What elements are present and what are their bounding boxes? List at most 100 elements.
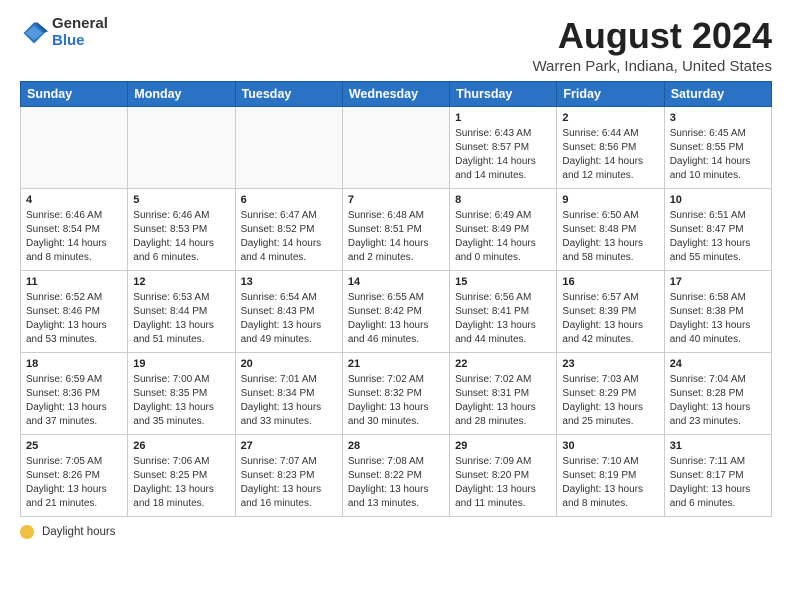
calendar-cell-2-4: 15Sunrise: 6:56 AM Sunset: 8:41 PM Dayli… (450, 270, 557, 352)
day-detail: Sunrise: 7:04 AM Sunset: 8:28 PM Dayligh… (670, 373, 766, 429)
calendar-week-1: 4Sunrise: 6:46 AM Sunset: 8:54 PM Daylig… (21, 188, 772, 270)
calendar-cell-4-2: 27Sunrise: 7:07 AM Sunset: 8:23 PM Dayli… (235, 434, 342, 516)
header-row: Sunday Monday Tuesday Wednesday Thursday… (21, 81, 772, 106)
day-detail: Sunrise: 7:06 AM Sunset: 8:25 PM Dayligh… (133, 455, 229, 511)
day-number: 14 (348, 275, 444, 290)
calendar-cell-1-1: 5Sunrise: 6:46 AM Sunset: 8:53 PM Daylig… (128, 188, 235, 270)
calendar-cell-3-5: 23Sunrise: 7:03 AM Sunset: 8:29 PM Dayli… (557, 352, 664, 434)
day-detail: Sunrise: 6:55 AM Sunset: 8:42 PM Dayligh… (348, 291, 444, 347)
col-monday: Monday (128, 81, 235, 106)
calendar-cell-0-3 (342, 106, 449, 188)
day-detail: Sunrise: 6:59 AM Sunset: 8:36 PM Dayligh… (26, 373, 122, 429)
day-detail: Sunrise: 7:03 AM Sunset: 8:29 PM Dayligh… (562, 373, 658, 429)
day-number: 24 (670, 357, 766, 372)
calendar-cell-0-6: 3Sunrise: 6:45 AM Sunset: 8:55 PM Daylig… (664, 106, 771, 188)
logo-general: General (52, 16, 108, 33)
day-detail: Sunrise: 7:08 AM Sunset: 8:22 PM Dayligh… (348, 455, 444, 511)
day-number: 13 (241, 275, 337, 290)
header: General Blue August 2024 Warren Park, In… (20, 16, 772, 75)
day-detail: Sunrise: 6:45 AM Sunset: 8:55 PM Dayligh… (670, 127, 766, 183)
day-detail: Sunrise: 6:43 AM Sunset: 8:57 PM Dayligh… (455, 127, 551, 183)
day-detail: Sunrise: 7:05 AM Sunset: 8:26 PM Dayligh… (26, 455, 122, 511)
col-wednesday: Wednesday (342, 81, 449, 106)
title-block: August 2024 Warren Park, Indiana, United… (532, 16, 772, 75)
calendar-cell-1-5: 9Sunrise: 6:50 AM Sunset: 8:48 PM Daylig… (557, 188, 664, 270)
calendar-cell-4-5: 30Sunrise: 7:10 AM Sunset: 8:19 PM Dayli… (557, 434, 664, 516)
day-number: 6 (241, 193, 337, 208)
day-number: 9 (562, 193, 658, 208)
calendar: Sunday Monday Tuesday Wednesday Thursday… (20, 81, 772, 517)
day-number: 25 (26, 439, 122, 454)
calendar-cell-4-4: 29Sunrise: 7:09 AM Sunset: 8:20 PM Dayli… (450, 434, 557, 516)
col-saturday: Saturday (664, 81, 771, 106)
day-number: 23 (562, 357, 658, 372)
calendar-cell-2-5: 16Sunrise: 6:57 AM Sunset: 8:39 PM Dayli… (557, 270, 664, 352)
calendar-cell-0-5: 2Sunrise: 6:44 AM Sunset: 8:56 PM Daylig… (557, 106, 664, 188)
day-number: 21 (348, 357, 444, 372)
day-number: 29 (455, 439, 551, 454)
day-number: 30 (562, 439, 658, 454)
logo-text: General Blue (52, 16, 108, 49)
calendar-cell-2-6: 17Sunrise: 6:58 AM Sunset: 8:38 PM Dayli… (664, 270, 771, 352)
day-detail: Sunrise: 6:47 AM Sunset: 8:52 PM Dayligh… (241, 209, 337, 265)
day-detail: Sunrise: 7:00 AM Sunset: 8:35 PM Dayligh… (133, 373, 229, 429)
calendar-cell-3-1: 19Sunrise: 7:00 AM Sunset: 8:35 PM Dayli… (128, 352, 235, 434)
day-number: 8 (455, 193, 551, 208)
calendar-cell-3-3: 21Sunrise: 7:02 AM Sunset: 8:32 PM Dayli… (342, 352, 449, 434)
calendar-cell-4-1: 26Sunrise: 7:06 AM Sunset: 8:25 PM Dayli… (128, 434, 235, 516)
day-detail: Sunrise: 7:02 AM Sunset: 8:32 PM Dayligh… (348, 373, 444, 429)
calendar-week-4: 25Sunrise: 7:05 AM Sunset: 8:26 PM Dayli… (21, 434, 772, 516)
day-number: 31 (670, 439, 766, 454)
calendar-cell-1-4: 8Sunrise: 6:49 AM Sunset: 8:49 PM Daylig… (450, 188, 557, 270)
legend: Daylight hours (20, 525, 772, 539)
page: General Blue August 2024 Warren Park, In… (0, 0, 792, 549)
day-detail: Sunrise: 6:57 AM Sunset: 8:39 PM Dayligh… (562, 291, 658, 347)
logo: General Blue (20, 16, 108, 49)
calendar-week-0: 1Sunrise: 6:43 AM Sunset: 8:57 PM Daylig… (21, 106, 772, 188)
col-sunday: Sunday (21, 81, 128, 106)
col-friday: Friday (557, 81, 664, 106)
day-detail: Sunrise: 7:10 AM Sunset: 8:19 PM Dayligh… (562, 455, 658, 511)
day-number: 12 (133, 275, 229, 290)
day-number: 3 (670, 111, 766, 126)
calendar-header: Sunday Monday Tuesday Wednesday Thursday… (21, 81, 772, 106)
day-detail: Sunrise: 7:01 AM Sunset: 8:34 PM Dayligh… (241, 373, 337, 429)
day-number: 18 (26, 357, 122, 372)
calendar-cell-0-0 (21, 106, 128, 188)
calendar-cell-1-6: 10Sunrise: 6:51 AM Sunset: 8:47 PM Dayli… (664, 188, 771, 270)
main-title: August 2024 (532, 16, 772, 56)
logo-blue: Blue (52, 33, 108, 50)
day-detail: Sunrise: 7:02 AM Sunset: 8:31 PM Dayligh… (455, 373, 551, 429)
day-detail: Sunrise: 6:52 AM Sunset: 8:46 PM Dayligh… (26, 291, 122, 347)
day-detail: Sunrise: 6:58 AM Sunset: 8:38 PM Dayligh… (670, 291, 766, 347)
day-detail: Sunrise: 6:44 AM Sunset: 8:56 PM Dayligh… (562, 127, 658, 183)
day-detail: Sunrise: 6:53 AM Sunset: 8:44 PM Dayligh… (133, 291, 229, 347)
day-detail: Sunrise: 6:51 AM Sunset: 8:47 PM Dayligh… (670, 209, 766, 265)
day-number: 4 (26, 193, 122, 208)
day-number: 22 (455, 357, 551, 372)
day-detail: Sunrise: 6:46 AM Sunset: 8:53 PM Dayligh… (133, 209, 229, 265)
day-number: 26 (133, 439, 229, 454)
calendar-cell-2-2: 13Sunrise: 6:54 AM Sunset: 8:43 PM Dayli… (235, 270, 342, 352)
day-detail: Sunrise: 7:11 AM Sunset: 8:17 PM Dayligh… (670, 455, 766, 511)
calendar-cell-3-2: 20Sunrise: 7:01 AM Sunset: 8:34 PM Dayli… (235, 352, 342, 434)
col-thursday: Thursday (450, 81, 557, 106)
calendar-cell-4-3: 28Sunrise: 7:08 AM Sunset: 8:22 PM Dayli… (342, 434, 449, 516)
day-number: 20 (241, 357, 337, 372)
day-number: 19 (133, 357, 229, 372)
calendar-cell-1-2: 6Sunrise: 6:47 AM Sunset: 8:52 PM Daylig… (235, 188, 342, 270)
day-number: 27 (241, 439, 337, 454)
calendar-cell-2-3: 14Sunrise: 6:55 AM Sunset: 8:42 PM Dayli… (342, 270, 449, 352)
day-number: 17 (670, 275, 766, 290)
calendar-week-2: 11Sunrise: 6:52 AM Sunset: 8:46 PM Dayli… (21, 270, 772, 352)
calendar-cell-3-0: 18Sunrise: 6:59 AM Sunset: 8:36 PM Dayli… (21, 352, 128, 434)
calendar-cell-1-0: 4Sunrise: 6:46 AM Sunset: 8:54 PM Daylig… (21, 188, 128, 270)
calendar-cell-1-3: 7Sunrise: 6:48 AM Sunset: 8:51 PM Daylig… (342, 188, 449, 270)
calendar-cell-0-1 (128, 106, 235, 188)
day-detail: Sunrise: 6:50 AM Sunset: 8:48 PM Dayligh… (562, 209, 658, 265)
day-detail: Sunrise: 6:54 AM Sunset: 8:43 PM Dayligh… (241, 291, 337, 347)
legend-label: Daylight hours (42, 526, 116, 538)
day-detail: Sunrise: 6:46 AM Sunset: 8:54 PM Dayligh… (26, 209, 122, 265)
day-detail: Sunrise: 6:48 AM Sunset: 8:51 PM Dayligh… (348, 209, 444, 265)
calendar-cell-4-6: 31Sunrise: 7:11 AM Sunset: 8:17 PM Dayli… (664, 434, 771, 516)
